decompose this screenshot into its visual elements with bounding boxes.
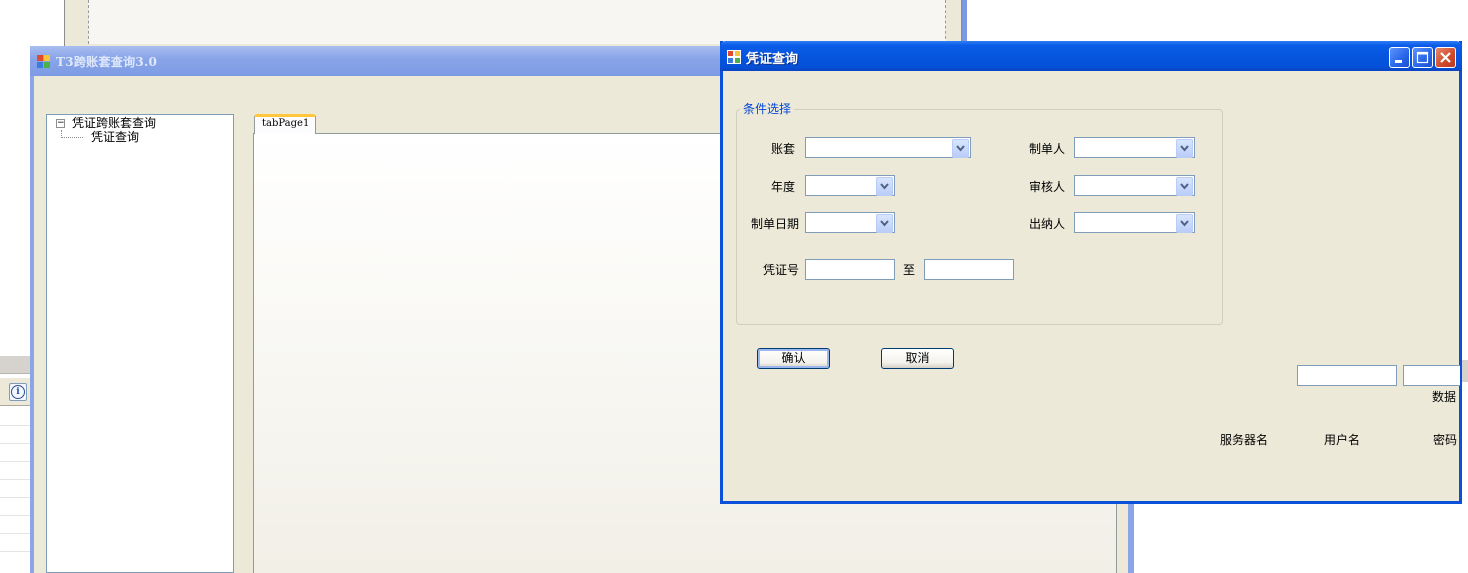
tree-item-root[interactable]: 凭证跨账套查询 (72, 117, 156, 130)
user-name-input[interactable] (1403, 365, 1460, 386)
background-left-header (0, 356, 32, 374)
cancel-button[interactable]: 取消 (881, 348, 954, 369)
cashier-combo[interactable] (1074, 212, 1195, 233)
grid-line (0, 425, 30, 426)
chevron-down-icon (1180, 145, 1189, 152)
background-window-content (88, 0, 946, 44)
dialog-title: 凭证查询 (746, 52, 799, 67)
dropdown-button[interactable] (876, 214, 893, 233)
account-set-combo[interactable] (805, 137, 971, 158)
server-name-label: 服务器名 (1220, 433, 1269, 447)
close-button[interactable] (1435, 47, 1456, 68)
app-icon (727, 50, 741, 64)
voucher-date-combo[interactable] (805, 212, 895, 233)
grid-line (0, 461, 30, 462)
account-set-label: 账套 (771, 142, 796, 156)
app-icon (37, 55, 50, 68)
navigation-tree[interactable] (46, 114, 234, 573)
auditor-combo[interactable] (1074, 175, 1195, 196)
grid-line (0, 497, 30, 498)
password-label: 密码 (1433, 433, 1458, 447)
condition-group-title: 条件选择 (740, 100, 795, 117)
chevron-down-icon (880, 220, 889, 227)
tab-tabpage1[interactable]: tabPage1 (254, 114, 316, 134)
grid-line (0, 533, 30, 534)
auditor-label: 审核人 (1029, 180, 1066, 194)
grid-line (0, 479, 30, 480)
voucher-no-from-input[interactable] (805, 259, 895, 280)
year-combo[interactable] (805, 175, 895, 196)
chevron-down-icon (1180, 220, 1189, 227)
close-icon (1440, 52, 1451, 63)
grid-line (0, 443, 30, 444)
minimize-button[interactable] (1389, 47, 1410, 68)
range-to-label: 至 (903, 263, 916, 277)
dropdown-button[interactable] (876, 177, 893, 196)
voucher-no-to-input[interactable] (924, 259, 1014, 280)
preparer-label: 制单人 (1029, 142, 1066, 156)
main-window-title: T3跨账套查询3.0 (56, 55, 158, 69)
maximize-button[interactable] (1412, 47, 1433, 68)
dropdown-button[interactable] (1176, 177, 1193, 196)
voucher-date-label: 制单日期 (751, 217, 800, 231)
main-window-left-border (30, 46, 34, 573)
confirm-button[interactable]: 确认 (757, 348, 830, 369)
chevron-down-icon (956, 145, 965, 152)
tree-collapse-icon[interactable]: − (56, 119, 65, 128)
grid-line (0, 515, 30, 516)
dropdown-button[interactable] (1176, 139, 1193, 158)
grid-line (0, 551, 30, 552)
dropdown-button[interactable] (1176, 214, 1193, 233)
info-icon: i (11, 385, 25, 399)
tree-connector (61, 137, 83, 138)
user-name-label: 用户名 (1324, 433, 1361, 447)
dropdown-button[interactable] (952, 139, 969, 158)
maximize-icon (1416, 51, 1429, 64)
database-label: 数据 (1432, 390, 1457, 404)
server-name-input[interactable] (1297, 365, 1397, 386)
chevron-down-icon (1180, 183, 1189, 190)
chevron-down-icon (880, 183, 889, 190)
voucher-no-label: 凭证号 (763, 263, 800, 277)
cashier-label: 出纳人 (1029, 217, 1066, 231)
minimize-icon (1395, 60, 1402, 63)
year-label: 年度 (771, 180, 796, 194)
info-button[interactable]: i (9, 383, 27, 401)
preparer-combo[interactable] (1074, 137, 1195, 158)
tree-item-voucher-query[interactable]: 凭证查询 (91, 131, 139, 144)
dialog-titlebar[interactable] (720, 41, 1462, 71)
